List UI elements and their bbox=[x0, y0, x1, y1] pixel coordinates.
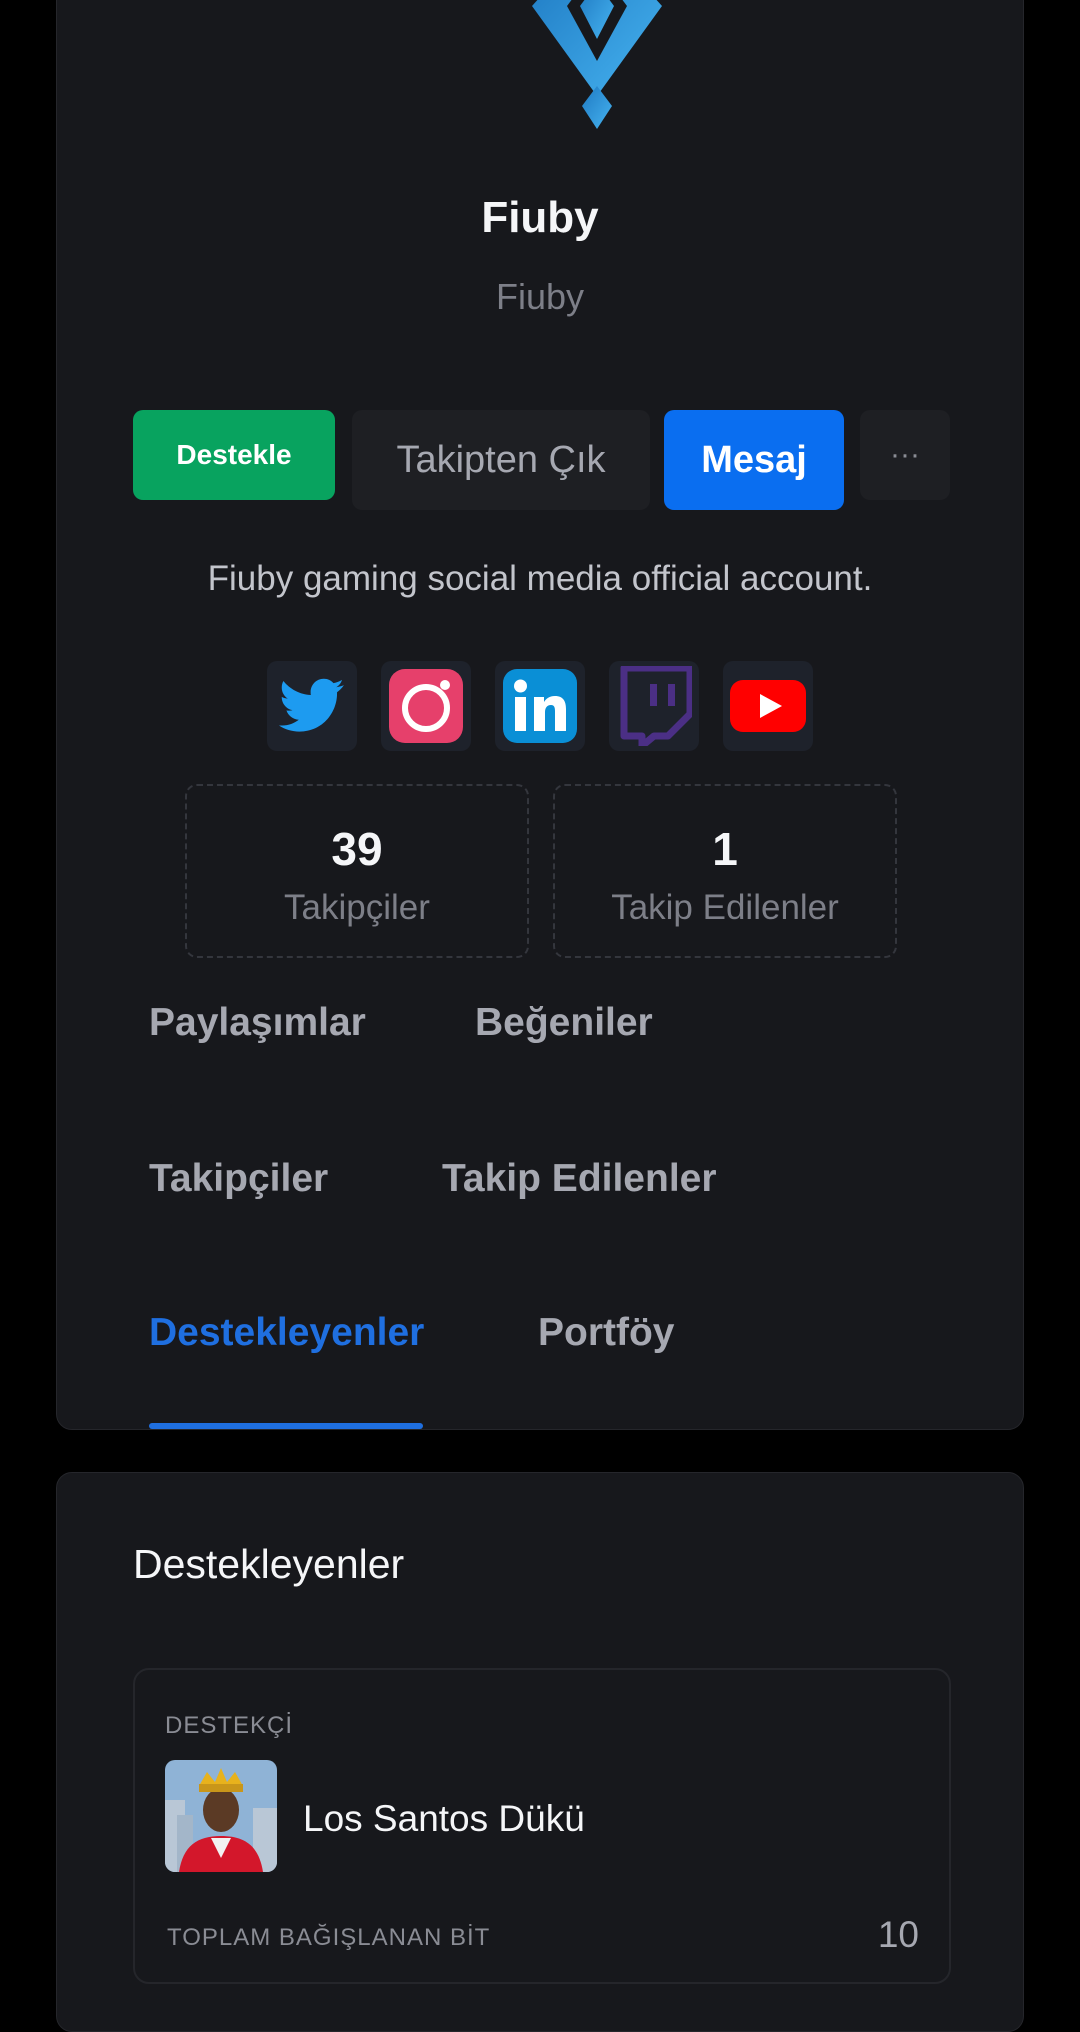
fiuby-logo-icon bbox=[532, 0, 662, 129]
supporter-avatar bbox=[165, 1760, 277, 1872]
tab-likes[interactable]: Beğeniler bbox=[475, 1001, 653, 1045]
profile-card: Fiuby Fiuby Destekle Takipten Çık Mesaj … bbox=[56, 0, 1024, 1430]
total-donated-value: 10 bbox=[877, 1914, 919, 1955]
social-links bbox=[267, 661, 815, 751]
tab-posts[interactable]: Paylaşımlar bbox=[149, 1001, 366, 1045]
profile-name: Fiuby bbox=[481, 193, 599, 242]
message-button[interactable]: Mesaj bbox=[664, 410, 844, 510]
twitch-icon bbox=[620, 666, 692, 746]
supporter-label: DESTEKÇİ bbox=[165, 1712, 294, 1739]
profile-handle: Fiuby bbox=[495, 276, 585, 317]
unfollow-button[interactable]: Takipten Çık bbox=[352, 410, 650, 510]
support-button[interactable]: Destekle bbox=[133, 410, 335, 500]
supporter-item[interactable]: DESTEKÇİ Los Santos Dükü TOPLAM BAĞIŞLAN… bbox=[133, 1668, 951, 1984]
instagram-link[interactable] bbox=[381, 661, 471, 751]
followers-count: 39 bbox=[331, 823, 383, 875]
more-options-button[interactable]: ··· bbox=[860, 410, 950, 500]
profile-bio: Fiuby gaming social media official accou… bbox=[207, 559, 873, 598]
tab-following[interactable]: Takip Edilenler bbox=[442, 1157, 717, 1201]
supporters-card: Destekleyenler DESTEKÇİ Los Santos Dükü … bbox=[56, 1472, 1024, 2032]
tab-supporters[interactable]: Destekleyenler bbox=[149, 1311, 424, 1355]
active-tab-indicator bbox=[149, 1423, 423, 1429]
followers-label: Takipçiler bbox=[284, 888, 430, 927]
following-count: 1 bbox=[712, 823, 738, 875]
youtube-link[interactable] bbox=[723, 661, 813, 751]
supporter-name[interactable]: Los Santos Dükü bbox=[303, 1798, 585, 1840]
followers-stat[interactable]: 39 Takipçiler bbox=[185, 784, 529, 958]
linkedin-icon bbox=[503, 669, 577, 743]
twitter-link[interactable] bbox=[267, 661, 357, 751]
linkedin-link[interactable] bbox=[495, 661, 585, 751]
twitter-icon bbox=[279, 678, 344, 732]
youtube-icon bbox=[730, 680, 806, 732]
total-donated-label: TOPLAM BAĞIŞLANAN BİT bbox=[167, 1924, 491, 1951]
tab-followers[interactable]: Takipçiler bbox=[149, 1157, 328, 1201]
following-label: Takip Edilenler bbox=[611, 888, 839, 927]
supporters-section-title: Destekleyenler bbox=[133, 1541, 405, 1587]
instagram-icon bbox=[389, 669, 463, 743]
tab-portfolio[interactable]: Portföy bbox=[538, 1311, 675, 1355]
twitch-link[interactable] bbox=[609, 661, 699, 751]
following-stat[interactable]: 1 Takip Edilenler bbox=[553, 784, 897, 958]
